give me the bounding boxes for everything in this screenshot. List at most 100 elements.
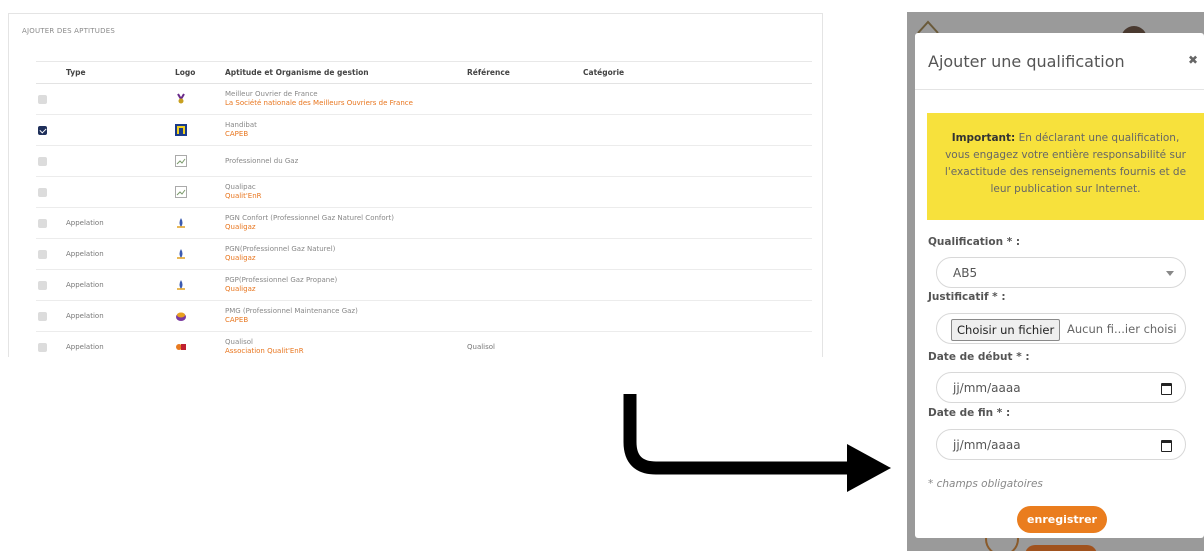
modal-title: Ajouter une qualification: [928, 52, 1125, 71]
checkbox[interactable]: [38, 94, 47, 104]
row-aptitude-cell: PMG (Professionnel Maintenance Gaz) CAPEB: [225, 300, 467, 332]
row-type: [66, 83, 175, 115]
checkbox[interactable]: [38, 218, 47, 228]
row-aptitude-cell: Meilleur Ouvrier de France La Société nat…: [225, 83, 467, 115]
checkbox-checked[interactable]: [38, 125, 47, 135]
table-row[interactable]: Appelation PGN(Professionnel Gaz Naturel)…: [36, 238, 812, 270]
row-reference: [467, 176, 583, 208]
row-aptitude-cell: Professionnel du Gaz: [225, 145, 467, 177]
table-row[interactable]: Appelation PGN Confort (Professionnel Gaz…: [36, 207, 812, 239]
row-reference: Qualisol: [467, 331, 583, 357]
row-categorie: [583, 238, 812, 270]
row-type: Appelation: [66, 238, 175, 270]
row-logo-cell: [175, 83, 225, 115]
aptitude-organisme-link[interactable]: Qualigaz: [225, 285, 467, 294]
row-type: Appelation: [66, 207, 175, 239]
aptitude-organisme-link[interactable]: La Société nationale des Meilleurs Ouvri…: [225, 99, 467, 108]
aptitude-organisme-link[interactable]: Association Qualit'EnR: [225, 347, 467, 356]
checkbox[interactable]: [38, 311, 47, 321]
aptitude-organisme-link[interactable]: Qualit'EnR: [225, 192, 467, 201]
aptitude-name: Professionnel du Gaz: [225, 156, 299, 165]
row-categorie: [583, 300, 812, 332]
row-checkbox-cell: [36, 300, 66, 332]
aptitude-name: PMG (Professionnel Maintenance Gaz): [225, 307, 358, 315]
save-button[interactable]: enregistrer: [1017, 506, 1107, 533]
add-qualification-modal: Ajouter une qualification ✖ Important: E…: [915, 33, 1204, 538]
modal-header: Ajouter une qualification ✖: [915, 33, 1204, 90]
row-reference: [467, 83, 583, 115]
row-categorie: [583, 114, 812, 146]
row-aptitude-cell: Qualisol Association Qualit'EnR: [225, 331, 467, 357]
row-reference: [467, 269, 583, 301]
row-categorie: [583, 145, 812, 177]
calendar-icon[interactable]: [1161, 440, 1172, 452]
checkbox[interactable]: [38, 156, 47, 166]
aptitude-name: Qualisol: [225, 338, 253, 346]
row-categorie: [583, 83, 812, 115]
file-info: Aucun fi...ier choisi: [1067, 322, 1177, 336]
checkbox[interactable]: [38, 280, 47, 290]
row-checkbox-cell: [36, 145, 66, 177]
row-reference: [467, 145, 583, 177]
date-debut-input[interactable]: jj/mm/aaaa: [936, 372, 1186, 403]
row-aptitude-cell: PGN(Professionnel Gaz Naturel) Qualigaz: [225, 238, 467, 270]
row-logo-cell: [175, 145, 225, 177]
aptitude-name: Qualipac: [225, 183, 256, 191]
row-type: Appelation: [66, 269, 175, 301]
table-row[interactable]: Professionnel du Gaz: [36, 145, 812, 177]
house-logo-icon: [917, 20, 939, 34]
flame-logo-icon: [175, 279, 187, 291]
header-logo: Logo: [175, 61, 225, 84]
table-row[interactable]: Qualipac Qualit'EnR: [36, 176, 812, 208]
calendar-icon[interactable]: [1161, 383, 1172, 395]
flame-logo-icon: [175, 248, 187, 260]
header-type: Type: [66, 61, 175, 84]
row-type: [66, 176, 175, 208]
aptitude-organisme-link[interactable]: CAPEB: [225, 316, 467, 325]
table-row[interactable]: Handibat CAPEB: [36, 114, 812, 146]
qualification-select[interactable]: AB5: [936, 257, 1186, 288]
checkbox[interactable]: [38, 249, 47, 259]
table-row[interactable]: Appelation Qualisol Association Qualit'EnR…: [36, 331, 812, 357]
aptitude-organisme-link[interactable]: Qualigaz: [225, 223, 467, 232]
row-aptitude-cell: PGP(Professionnel Gaz Propane) Qualigaz: [225, 269, 467, 301]
row-categorie: [583, 176, 812, 208]
table-row[interactable]: Meilleur Ouvrier de France La Société nat…: [36, 83, 812, 115]
aptitude-organisme-link[interactable]: Qualigaz: [225, 254, 467, 263]
table-row[interactable]: Appelation PGP(Professionnel Gaz Propane)…: [36, 269, 812, 301]
checkbox[interactable]: [38, 187, 47, 197]
row-checkbox-cell: [36, 238, 66, 270]
qualification-value: AB5: [953, 266, 978, 280]
aptitude-name: PGN(Professionnel Gaz Naturel): [225, 245, 336, 253]
flame-logo-icon: [175, 217, 187, 229]
header-checkbox-col: [36, 61, 66, 84]
moaf-logo-icon: [175, 93, 187, 105]
row-aptitude-cell: Qualipac Qualit'EnR: [225, 176, 467, 208]
aptitude-organisme-link[interactable]: CAPEB: [225, 130, 467, 139]
row-reference: [467, 114, 583, 146]
table-row[interactable]: Appelation PMG (Professionnel Maintenance…: [36, 300, 812, 332]
row-reference: [467, 238, 583, 270]
close-icon[interactable]: ✖: [1188, 53, 1198, 67]
row-reference: [467, 300, 583, 332]
date-debut-label: Date de début * :: [928, 351, 1030, 363]
row-logo-cell: [175, 176, 225, 208]
justificatif-file-input[interactable]: Choisir un fichier Aucun fi...ier choisi: [936, 313, 1186, 344]
date-fin-label: Date de fin * :: [928, 407, 1011, 419]
header-aptitude: Aptitude et Organisme de gestion: [225, 61, 467, 84]
row-checkbox-cell: [36, 331, 66, 357]
aptitude-name: PGN Confort (Professionnel Gaz Naturel C…: [225, 214, 395, 222]
checkbox[interactable]: [38, 342, 47, 352]
row-type: Appelation: [66, 300, 175, 332]
row-reference: [467, 207, 583, 239]
aptitude-name: PGP(Professionnel Gaz Propane): [225, 276, 338, 284]
aptitude-name: Handibat: [225, 121, 257, 129]
row-checkbox-cell: [36, 83, 66, 115]
date-fin-placeholder: jj/mm/aaaa: [953, 438, 1021, 452]
row-checkbox-cell: [36, 207, 66, 239]
date-fin-input[interactable]: jj/mm/aaaa: [936, 429, 1186, 460]
row-logo-cell: [175, 300, 225, 332]
choose-file-button[interactable]: Choisir un fichier: [951, 319, 1061, 341]
qualification-label: Qualification * :: [928, 236, 1021, 248]
row-categorie: [583, 269, 812, 301]
